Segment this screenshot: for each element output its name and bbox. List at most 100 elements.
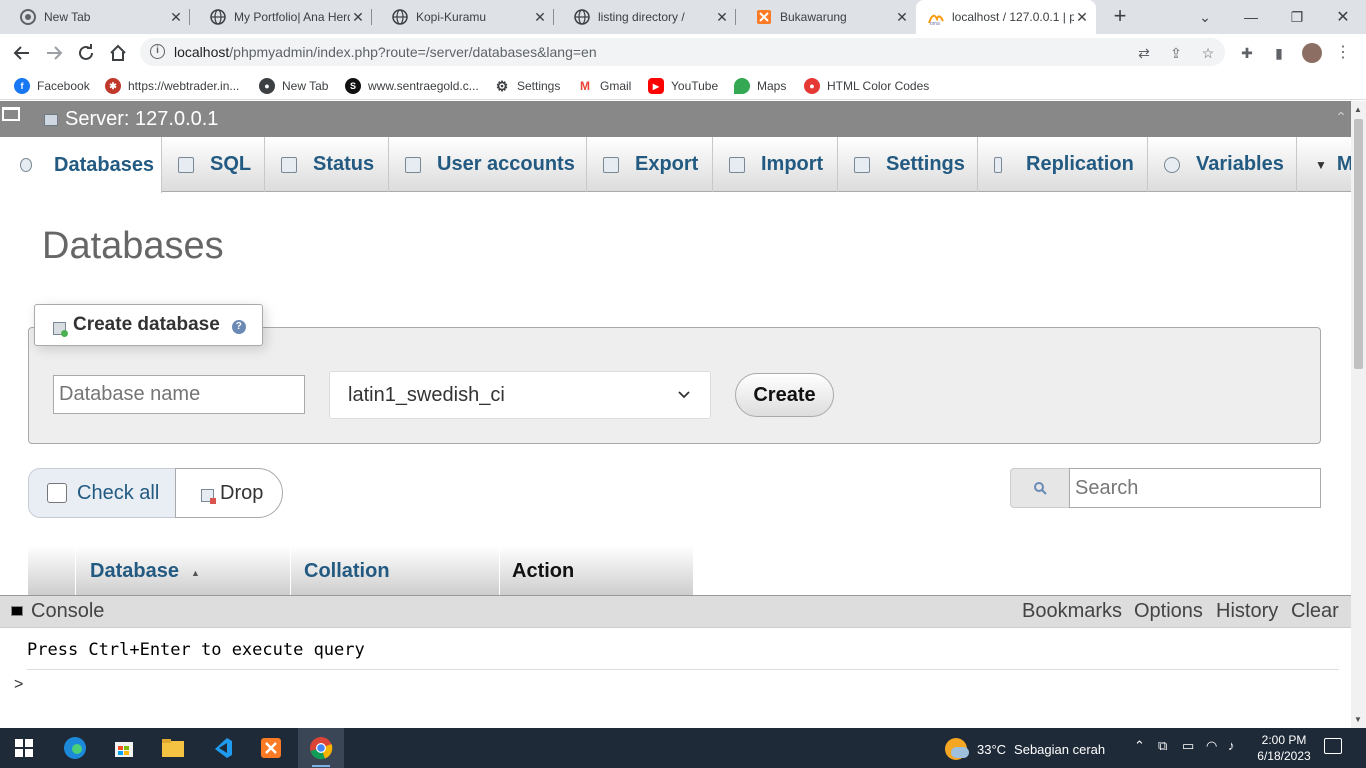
bookmark-sentraegold[interactable]: Swww.sentraegold.c... — [345, 76, 479, 96]
database-icon — [20, 158, 32, 172]
console-options-link[interactable]: Options — [1134, 600, 1203, 623]
bookmark-maps[interactable]: Maps — [734, 76, 786, 96]
export-icon — [603, 156, 619, 173]
bookmark-facebook[interactable]: f Facebook — [14, 76, 90, 96]
drop-button[interactable]: Drop — [175, 468, 283, 518]
database-name-input[interactable] — [53, 375, 305, 414]
bookmark-gmail[interactable]: M Gmail — [577, 76, 631, 96]
forward-button[interactable] — [41, 40, 67, 66]
url-text: localhost/phpmyadmin/index.php?route=/se… — [174, 44, 597, 60]
vscode-icon[interactable] — [207, 733, 237, 763]
bookmark-webtrader[interactable]: ✱ https://webtrader.in... — [105, 76, 239, 96]
bookmark-youtube[interactable]: ▶ YouTube — [648, 76, 718, 96]
create-button[interactable]: Create — [735, 373, 834, 417]
reload-icon — [79, 44, 93, 60]
site-info-icon[interactable]: i — [150, 44, 165, 59]
wifi-icon[interactable]: ◠ — [1206, 738, 1217, 754]
translate-icon[interactable]: ⇄ — [1135, 44, 1153, 62]
minimize-icon[interactable]: ⌃ — [1335, 109, 1347, 126]
close-icon[interactable]: ✕ — [350, 9, 366, 26]
address-bar[interactable]: i localhost/phpmyadmin/index.php?route=/… — [140, 38, 1225, 66]
check-all-checkbox[interactable] — [47, 483, 67, 503]
minimize-button[interactable]: — — [1228, 0, 1274, 34]
weather-widget[interactable]: 33°C Sebagian cerah — [945, 738, 1105, 760]
main-menu: Databases SQL Status User accounts Expor… — [0, 137, 1351, 193]
console-bar[interactable]: Console Bookmarks Options History Clear — [0, 596, 1351, 628]
browser-tab-portfolio[interactable]: My Portfolio| Ana Herd ✕ — [190, 0, 372, 34]
column-header-database[interactable]: Database ▲ — [76, 546, 291, 596]
system-clock[interactable]: 2:00 PM 6/18/2023 — [1254, 732, 1314, 764]
tab-status[interactable]: Status — [265, 137, 389, 192]
tab-variables[interactable]: Variables — [1148, 137, 1297, 192]
file-explorer-icon[interactable] — [158, 733, 188, 763]
search-icon[interactable] — [1010, 468, 1070, 508]
check-all-control[interactable]: Check all — [28, 468, 176, 518]
volume-icon[interactable]: ♪ — [1228, 738, 1235, 753]
close-icon[interactable]: ✕ — [894, 9, 910, 26]
tab-export[interactable]: Export — [587, 137, 713, 192]
sort-ascending-icon: ▲ — [190, 567, 200, 578]
scroll-up-icon[interactable]: ▲ — [1354, 105, 1362, 114]
chrome-taskbar-icon[interactable] — [306, 733, 336, 763]
browser-tab-kopi-kuramu[interactable]: Kopi-Kuramu ✕ — [372, 0, 554, 34]
close-window-button[interactable]: ✕ — [1320, 0, 1366, 34]
scrollbar-thumb[interactable] — [1354, 119, 1363, 369]
browser-tab-phpmyadmin[interactable]: pma localhost / 127.0.0.1 | p ✕ — [916, 0, 1096, 34]
chrome-icon — [20, 9, 36, 25]
new-tab-button[interactable]: + — [1108, 5, 1132, 29]
collation-select[interactable]: latin1_swedish_ci — [329, 371, 711, 419]
close-icon[interactable]: ✕ — [532, 9, 548, 26]
chevron-up-icon[interactable]: ⌃ — [1134, 738, 1145, 754]
tab-replication[interactable]: Replication — [978, 137, 1148, 192]
notification-icon[interactable] — [1324, 738, 1342, 754]
home-button[interactable] — [105, 40, 131, 66]
store-icon[interactable] — [109, 733, 139, 763]
tab-settings[interactable]: Settings — [838, 137, 978, 192]
tab-title: New Tab — [44, 10, 91, 24]
console-title[interactable]: Console — [31, 600, 104, 623]
reload-button[interactable] — [73, 40, 99, 66]
back-button[interactable] — [9, 40, 35, 66]
share-icon[interactable]: ⇪ — [1167, 44, 1185, 62]
extensions-icon[interactable]: ✚ — [1238, 44, 1256, 62]
windows-start-icon[interactable] — [9, 733, 39, 763]
meet-now-icon[interactable]: ⧉ — [1158, 738, 1167, 754]
tab-import[interactable]: Import — [713, 137, 838, 192]
console-bookmarks-link[interactable]: Bookmarks — [1022, 600, 1122, 623]
battery-icon[interactable]: ▭ — [1182, 738, 1194, 754]
close-icon[interactable]: ✕ — [1074, 9, 1090, 26]
tab-user-accounts[interactable]: User accounts — [389, 137, 587, 192]
console-history-link[interactable]: History — [1216, 600, 1278, 623]
bookmark-star-icon[interactable]: ☆ — [1199, 44, 1217, 62]
browser-tab-new-tab[interactable]: New Tab ✕ — [0, 0, 190, 34]
profile-avatar[interactable] — [1302, 43, 1322, 63]
collapse-navigation-icon[interactable] — [2, 107, 20, 121]
column-header-collation[interactable]: Collation — [291, 546, 500, 596]
server-title[interactable]: Server: 127.0.0.1 — [65, 108, 218, 131]
page-scrollbar[interactable]: ▲ ▼ — [1351, 101, 1366, 728]
side-panel-icon[interactable]: ▮ — [1270, 44, 1288, 62]
bookmark-html-color-codes[interactable]: ● HTML Color Codes — [804, 76, 929, 96]
tab-search-icon[interactable]: ⌄ — [1182, 0, 1228, 34]
more-menu[interactable]: ▼ M — [1297, 137, 1351, 192]
console-prompt[interactable]: > — [14, 676, 23, 694]
close-icon[interactable]: ✕ — [714, 9, 730, 26]
bookmark-new-tab[interactable]: ● New Tab — [259, 76, 328, 96]
console-clear-link[interactable]: Clear — [1291, 600, 1339, 623]
browser-tab-bukawarung[interactable]: Bukawarung ✕ — [736, 0, 916, 34]
tab-title: listing directory / — [598, 10, 685, 24]
browser-tab-listing-directory[interactable]: listing directory / ✕ — [554, 0, 736, 34]
search-input[interactable]: Search — [1069, 468, 1321, 508]
maximize-button[interactable]: ❐ — [1274, 0, 1320, 34]
help-icon[interactable]: ? — [231, 319, 246, 334]
close-icon[interactable]: ✕ — [168, 9, 184, 26]
console-icon — [11, 606, 23, 616]
xampp-icon[interactable] — [256, 733, 286, 763]
tab-sql[interactable]: SQL — [162, 137, 265, 192]
menu-kebab-icon[interactable]: ⋮ — [1334, 44, 1352, 62]
bookmark-settings[interactable]: ⚙ Settings — [494, 76, 560, 96]
gear-icon: ⚙ — [494, 77, 510, 94]
scroll-down-icon[interactable]: ▼ — [1354, 715, 1362, 724]
tab-databases[interactable]: Databases — [0, 137, 162, 193]
edge-icon[interactable] — [60, 733, 90, 763]
